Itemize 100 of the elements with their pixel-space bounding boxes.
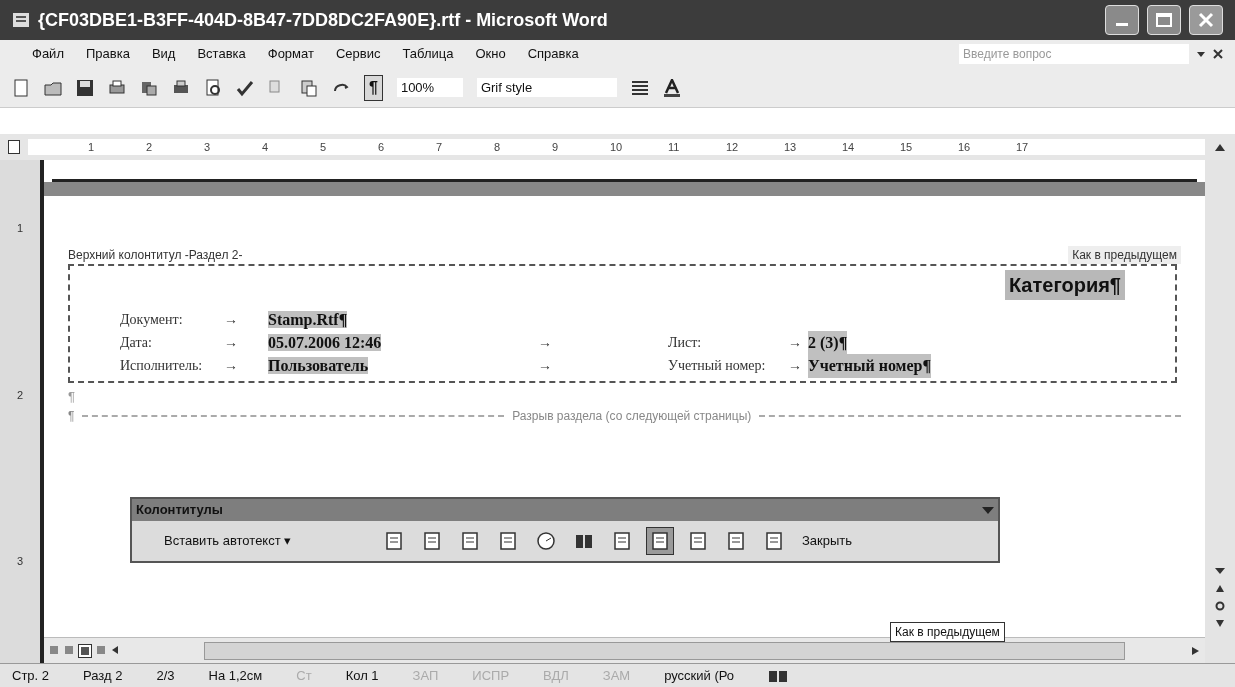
- square-icon: [95, 643, 107, 656]
- field-label: Документ:: [120, 311, 184, 329]
- close-button[interactable]: Закрыть: [798, 531, 857, 551]
- tab-arrow: →: [224, 334, 239, 352]
- next-page-icon[interactable]: [1215, 619, 1225, 629]
- ruler-number: 15: [900, 139, 914, 155]
- paste-icon[interactable]: [300, 78, 318, 97]
- ruler-number: 1: [88, 139, 96, 155]
- ruler-number: 10: [610, 139, 624, 155]
- status-item: Стр. 2: [12, 666, 50, 685]
- page-button[interactable]: [646, 527, 674, 555]
- close-icon: [1198, 12, 1214, 28]
- scroll-right-icon[interactable]: [1189, 644, 1201, 657]
- header-label: Верхний колонтитул -Раздел 2-: [68, 247, 243, 264]
- field-value: Stamp.Rtf¶: [268, 310, 348, 328]
- window-title: {CF03DBE1-B3FF-404D-8B47-7DD8DC2FA90E}.rtf - Microsoft Word: [38, 8, 609, 32]
- print-layout-button[interactable]: [78, 643, 92, 658]
- status-item: русский (Ро: [664, 666, 735, 685]
- ruler-number: 9: [552, 139, 560, 155]
- menu-item[interactable]: Таблица: [402, 44, 454, 64]
- toolbar-title: Колонтитулы: [136, 501, 223, 520]
- paragraph-mark: ¶: [68, 389, 75, 404]
- font-color-icon[interactable]: [662, 78, 681, 97]
- status-item: ВДЛ: [543, 666, 569, 685]
- menu-item[interactable]: Файл: [32, 44, 64, 64]
- minimize-icon: [1116, 23, 1128, 26]
- previous-page-icon[interactable]: [1215, 583, 1225, 593]
- dropdown-icon[interactable]: [982, 506, 994, 514]
- tab-arrow: →: [538, 358, 552, 373]
- category-field: Категория¶: [1004, 270, 1125, 300]
- horizontal-scrollbar-thumb[interactable]: [204, 641, 1125, 660]
- ruler-number: 16: [958, 139, 972, 155]
- dropdown-icon: [1197, 51, 1205, 57]
- page-icon: [460, 531, 480, 551]
- close-button[interactable]: [1189, 5, 1223, 35]
- menu-item[interactable]: Вид: [151, 44, 176, 64]
- field-value: 2 (3)¶: [808, 330, 848, 355]
- ruler-number: 11: [668, 139, 681, 155]
- section-break-label: Разрыв раздела (со следующей страницы): [512, 407, 752, 425]
- print-preview-icon[interactable]: [204, 78, 222, 97]
- field-value: 05.07.2006 12:46: [268, 333, 382, 351]
- page-icon: [764, 531, 784, 551]
- square-icon: [79, 644, 91, 657]
- menu-item[interactable]: Вставка: [197, 44, 246, 64]
- zoom-field[interactable]: 100%: [396, 77, 463, 98]
- field-value: Пользователь: [268, 356, 369, 374]
- clock-icon: [536, 531, 556, 551]
- page-icon: [498, 531, 518, 551]
- document-icon: [12, 11, 30, 29]
- ruler-number: 8: [494, 139, 502, 155]
- menu-item[interactable]: Окно: [475, 44, 506, 64]
- show-formatting-marks-button[interactable]: ¶: [364, 74, 383, 101]
- tooltip: Как в предыдущем: [890, 622, 1005, 642]
- page-icon: [688, 531, 708, 551]
- ruler-number: 4: [262, 139, 270, 155]
- status-item: На 1,2см: [208, 666, 263, 685]
- insert-autotext-button[interactable]: Вставить автотекст ▾: [140, 531, 370, 551]
- tab-arrow: →: [224, 311, 239, 329]
- ruler-number: 1: [16, 221, 24, 236]
- maximize-button[interactable]: [1147, 5, 1181, 35]
- menu-item[interactable]: Справка: [527, 44, 579, 64]
- ruler-number: 6: [378, 139, 386, 155]
- align-left-icon[interactable]: [630, 80, 649, 95]
- field-label: Исполнитель:: [120, 357, 204, 375]
- status-item: ЗАП: [412, 666, 439, 685]
- header-link-label: Как в предыдущем: [1068, 246, 1181, 264]
- ruler-number: 14: [842, 139, 856, 155]
- ruler-number: 3: [16, 554, 24, 569]
- status-item: Кол 1: [345, 666, 379, 685]
- new-document-icon[interactable]: [12, 78, 30, 97]
- ruler-number: 3: [204, 139, 212, 155]
- printer-icon[interactable]: [108, 78, 126, 97]
- ruler-number: 2: [146, 139, 154, 155]
- page-icon: [384, 531, 404, 551]
- tab-selector[interactable]: [8, 140, 20, 154]
- book-icon: [768, 668, 789, 683]
- style-field[interactable]: Grif style: [476, 77, 617, 98]
- maximize-icon: [1156, 13, 1172, 27]
- tab-arrow: →: [224, 357, 239, 375]
- ruler-number: 13: [784, 139, 798, 155]
- spelling-check-icon[interactable]: [236, 78, 254, 97]
- save-icon[interactable]: [76, 78, 94, 97]
- scroll-down-icon[interactable]: [1214, 567, 1226, 575]
- menu-item[interactable]: Формат: [267, 44, 314, 64]
- ruler-number: 2: [16, 387, 24, 403]
- menu-item[interactable]: Сервис: [335, 44, 381, 64]
- field-label: Дата:: [120, 334, 153, 352]
- field-label: Лист:: [668, 334, 703, 352]
- browse-object-icon[interactable]: [1215, 601, 1225, 611]
- ruler-number: 17: [1016, 139, 1030, 155]
- tab-arrow: →: [538, 335, 552, 350]
- minimize-button[interactable]: [1105, 5, 1139, 35]
- square-icon: [63, 643, 75, 656]
- tab-arrow: →: [788, 334, 803, 352]
- page-icon: [726, 531, 746, 551]
- ruler-number: 12: [726, 139, 740, 155]
- square-icon: [48, 643, 60, 656]
- field-label: Учетный номер:: [668, 357, 767, 375]
- page-icon: [650, 531, 670, 551]
- menu-item[interactable]: Правка: [85, 44, 130, 64]
